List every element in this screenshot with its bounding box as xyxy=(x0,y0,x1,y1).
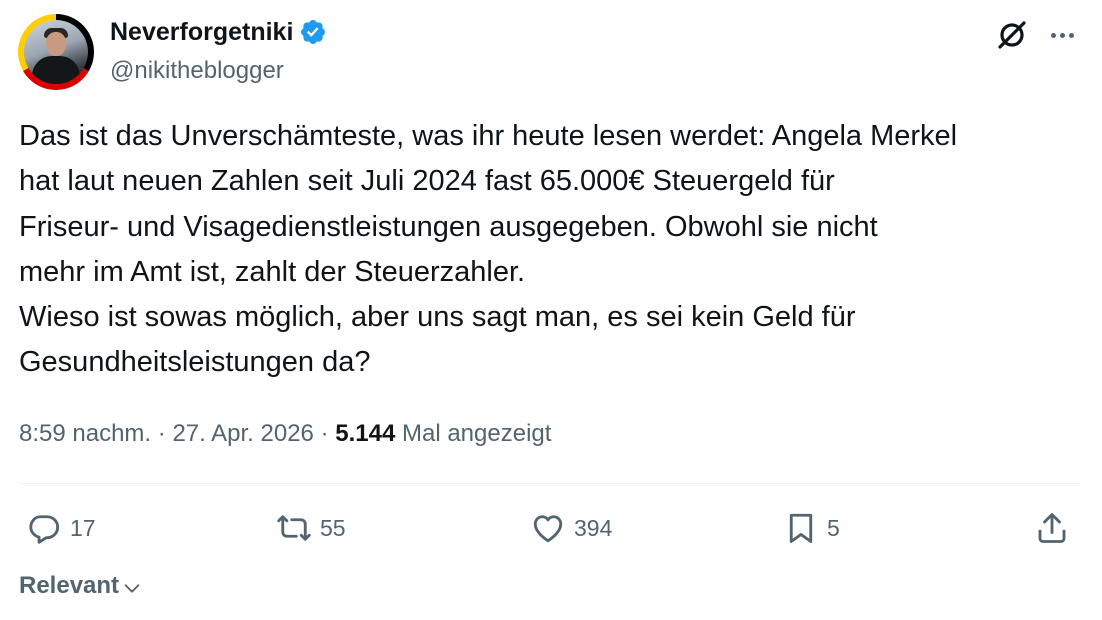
heart-icon xyxy=(533,515,563,543)
reply-button[interactable]: 17 xyxy=(26,506,96,550)
repost-button[interactable]: 55 xyxy=(276,506,346,550)
more-dots-icon[interactable] xyxy=(1042,18,1082,52)
author-handle[interactable]: @nikitheblogger xyxy=(110,56,284,86)
bookmark-count: 5 xyxy=(827,514,840,541)
repost-count: 55 xyxy=(320,514,346,541)
views-count: 5.144 xyxy=(335,420,396,447)
tweet-meta: 8:59 nachm. · 27. Apr. 2026 · 5.144 Mal … xyxy=(19,418,551,450)
sort-replies-dropdown[interactable]: Relevant xyxy=(19,572,143,600)
share-button[interactable] xyxy=(1034,506,1070,550)
bookmark-button[interactable]: 5 xyxy=(783,506,840,550)
verified-badge-icon[interactable] xyxy=(299,18,327,46)
avatar-photo xyxy=(24,20,88,84)
like-button[interactable]: 394 xyxy=(530,506,612,550)
author-name-row: Neverforgetniki xyxy=(110,15,327,49)
chevron-down-icon xyxy=(124,584,140,593)
tweet-time[interactable]: 8:59 nachm. xyxy=(19,420,151,447)
meta-separator: · xyxy=(320,420,329,447)
divider xyxy=(19,483,1081,484)
like-count: 394 xyxy=(574,514,613,541)
repost-icon xyxy=(277,515,311,541)
author-display-name[interactable]: Neverforgetniki xyxy=(110,15,293,49)
avatar[interactable] xyxy=(18,14,94,90)
reply-count: 17 xyxy=(70,514,96,541)
bookmark-icon xyxy=(789,513,813,543)
tweet-date[interactable]: 27. Apr. 2026 xyxy=(172,420,313,447)
views-label: Mal angezeigt xyxy=(401,420,552,447)
sort-label: Relevant xyxy=(19,572,120,599)
meta-separator: · xyxy=(157,420,166,447)
grok-icon[interactable] xyxy=(995,18,1029,52)
tweet-text: Das ist das Unverschämteste, was ihr heu… xyxy=(19,120,958,379)
reply-icon xyxy=(29,515,60,544)
share-icon xyxy=(1038,513,1066,543)
